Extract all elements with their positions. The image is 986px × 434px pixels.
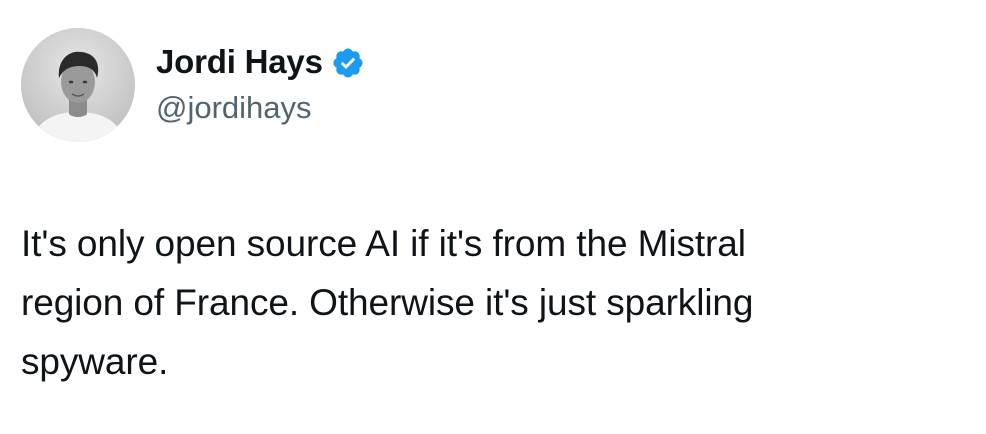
tweet-text: It's only open source AI if it's from th…: [21, 223, 754, 382]
tweet-card: Jordi Hays @jordihays It's only open sou…: [0, 0, 986, 434]
author-avatar[interactable]: [21, 28, 135, 142]
author-name-row: Jordi Hays: [156, 40, 365, 84]
verified-badge-icon: [331, 46, 365, 80]
author-name[interactable]: Jordi Hays: [156, 43, 323, 81]
avatar-photo-icon: [21, 28, 135, 142]
author-handle[interactable]: @jordihays: [156, 90, 312, 126]
